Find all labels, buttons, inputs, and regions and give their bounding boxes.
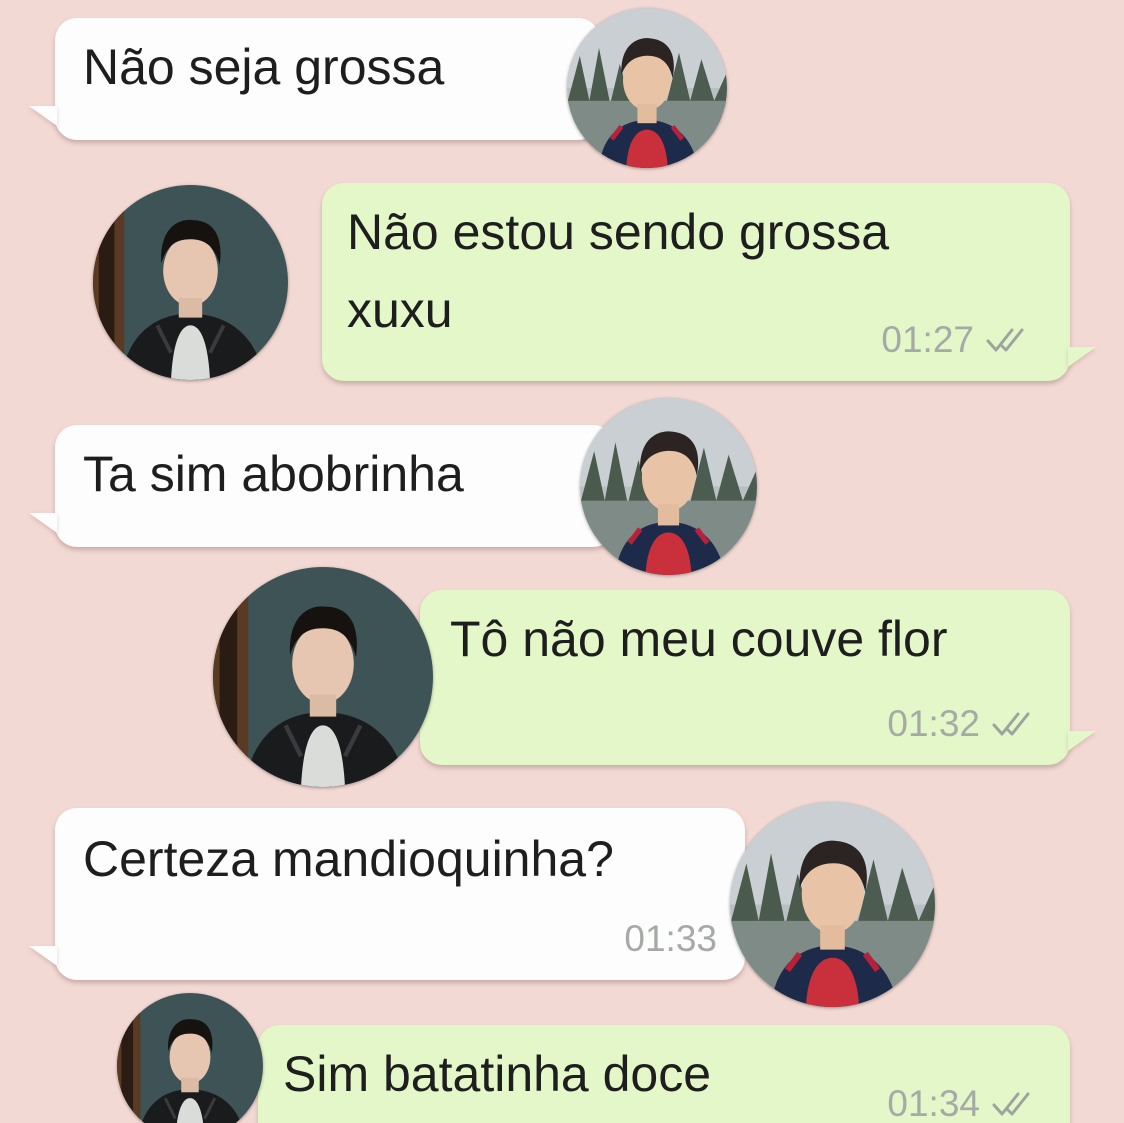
avatar-person-a[interactable] — [567, 8, 727, 168]
message-bubble-incoming[interactable]: Ta sim abobrinha — [29, 425, 615, 547]
double-check-icon — [992, 1090, 1038, 1118]
message-timestamp: 01:32 — [887, 703, 980, 744]
message-timestamp: 01:34 — [887, 1083, 980, 1123]
avatar-person-b[interactable] — [117, 993, 263, 1123]
bubble-tail — [29, 106, 57, 126]
message-text-line-2: xuxu — [347, 282, 453, 338]
message-text: Ta sim abobrinha — [83, 446, 464, 502]
message-meta: 01:33 — [624, 918, 717, 960]
message-bubble-outgoing[interactable]: Não estou sendo grossa xuxu 01:27 — [322, 183, 1096, 381]
message-text-line-1: Não estou sendo grossa — [347, 204, 890, 260]
message-text: Tô não meu couve flor — [450, 611, 948, 667]
avatar-person-a[interactable] — [580, 398, 757, 575]
message-bubble-incoming[interactable]: Certeza mandioquinha? 01:33 — [29, 808, 745, 980]
message-bubble-outgoing[interactable]: Tô não meu couve flor 01:32 — [420, 590, 1096, 765]
avatar-person-b[interactable] — [213, 567, 433, 787]
message-timestamp: 01:27 — [881, 319, 974, 360]
message-meta: 01:27 — [881, 319, 1032, 361]
double-check-icon — [986, 326, 1032, 354]
bubble-tail — [29, 513, 57, 533]
avatar-person-a[interactable] — [730, 802, 935, 1007]
message-text: Certeza mandioquinha? — [83, 831, 614, 887]
double-check-icon — [992, 710, 1038, 738]
message-bubble-incoming[interactable]: Não seja grossa — [29, 18, 600, 140]
message-text: Sim batatinha doce — [283, 1046, 712, 1102]
bubble-tail — [1068, 731, 1096, 751]
message-meta: 01:34 — [887, 1083, 1038, 1123]
message-text: Não seja grossa — [83, 39, 445, 95]
message-timestamp: 01:33 — [624, 918, 717, 959]
bubble-tail — [1068, 347, 1096, 367]
message-meta: 01:32 — [887, 703, 1038, 745]
avatar-person-b[interactable] — [93, 185, 288, 380]
bubble-tail — [29, 946, 57, 966]
message-bubble-outgoing[interactable]: Sim batatinha doce 01:34 — [258, 1025, 1070, 1123]
